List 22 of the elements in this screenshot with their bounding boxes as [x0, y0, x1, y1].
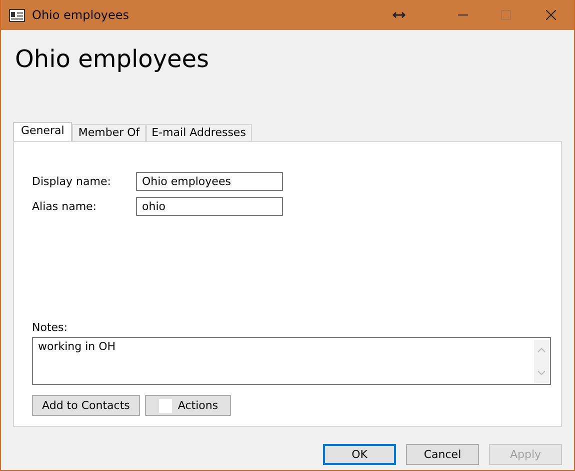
resize-icon[interactable] [392, 10, 406, 20]
notes-field[interactable]: working in OH [32, 337, 551, 385]
field-label: Display name: [32, 175, 112, 188]
scroll-down-icon[interactable] [537, 370, 546, 376]
tab[interactable]: Member Of [72, 124, 146, 141]
scroll-up-icon[interactable] [537, 347, 546, 353]
text-field[interactable]: Ohio employees [136, 172, 283, 191]
text-field[interactable]: ohio [136, 197, 283, 216]
scrollbar[interactable] [534, 340, 549, 383]
dialog-heading: Ohio employees [15, 44, 210, 74]
button[interactable]: Actions [144, 395, 231, 416]
button[interactable]: OK [323, 444, 396, 465]
button[interactable]: Cancel [406, 444, 479, 465]
tab[interactable]: General [13, 122, 72, 141]
window-title: Ohio employees [32, 8, 130, 22]
close-icon[interactable] [546, 10, 556, 20]
field-label: Notes: [32, 321, 68, 334]
swatch-icon [158, 398, 172, 412]
field-label: Alias name: [32, 200, 98, 213]
contact-card-icon [9, 8, 25, 22]
button[interactable]: Add to Contacts [32, 395, 140, 416]
tab[interactable]: E-mail Addresses [146, 124, 252, 141]
